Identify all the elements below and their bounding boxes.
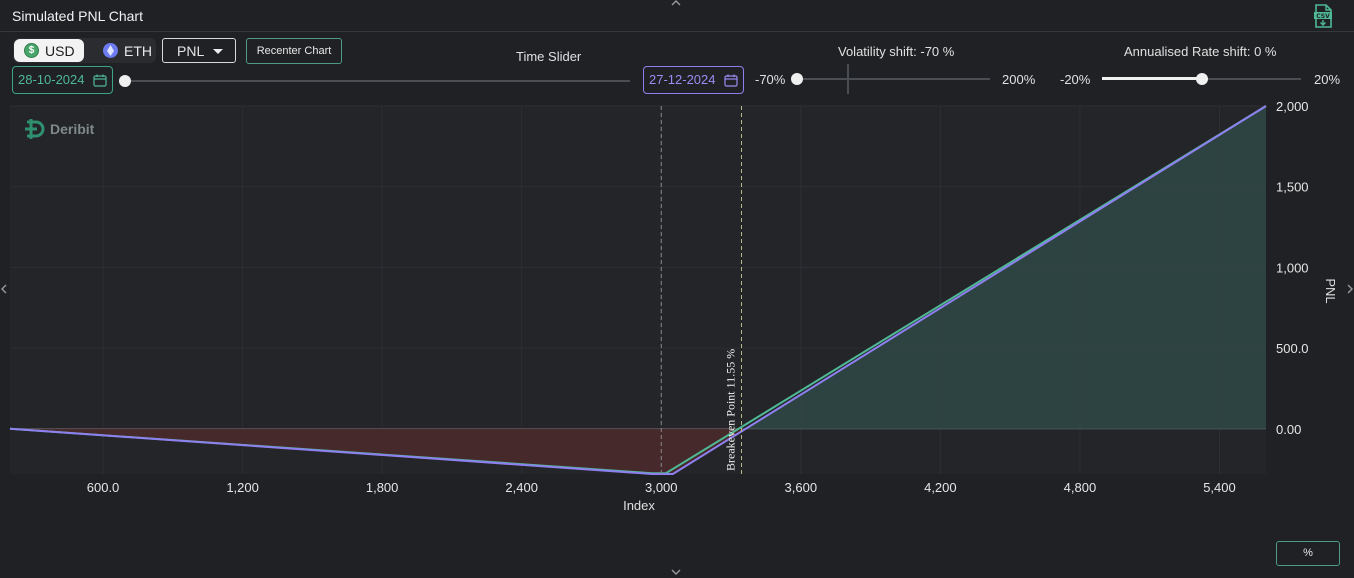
deribit-logo: Deribit [24, 118, 104, 140]
x-tick-label: 1,200 [226, 480, 259, 495]
pnl-chart[interactable]: Breakeven Point 11.55 % 600.0 1,200 1,800 2… [0, 0, 1354, 578]
x-tick-label: 1,800 [366, 480, 399, 495]
y-axis-label: PNL [1323, 278, 1338, 303]
deribit-logo-icon [25, 119, 45, 139]
y-tick-label: 0.00 [1276, 422, 1301, 437]
breakeven-label: Breakeven Point 11.55 % [724, 349, 738, 471]
x-tick-label: 2,400 [505, 480, 538, 495]
percent-toggle-button[interactable]: % [1276, 541, 1340, 566]
x-tick-label: 600.0 [87, 480, 120, 495]
x-tick-label: 3,000 [645, 480, 678, 495]
y-tick-label: 500.0 [1276, 341, 1309, 356]
x-tick-label: 4,800 [1064, 480, 1097, 495]
deribit-logo-text: Deribit [50, 121, 95, 137]
x-tick-label: 5,400 [1203, 480, 1236, 495]
y-tick-label: 1,500 [1276, 180, 1309, 195]
x-tick-label: 4,200 [924, 480, 957, 495]
y-tick-label: 1,000 [1276, 260, 1309, 275]
x-axis-label: Index [623, 498, 655, 513]
y-tick-label: 2,000 [1276, 99, 1309, 114]
x-tick-label: 3,600 [785, 480, 818, 495]
